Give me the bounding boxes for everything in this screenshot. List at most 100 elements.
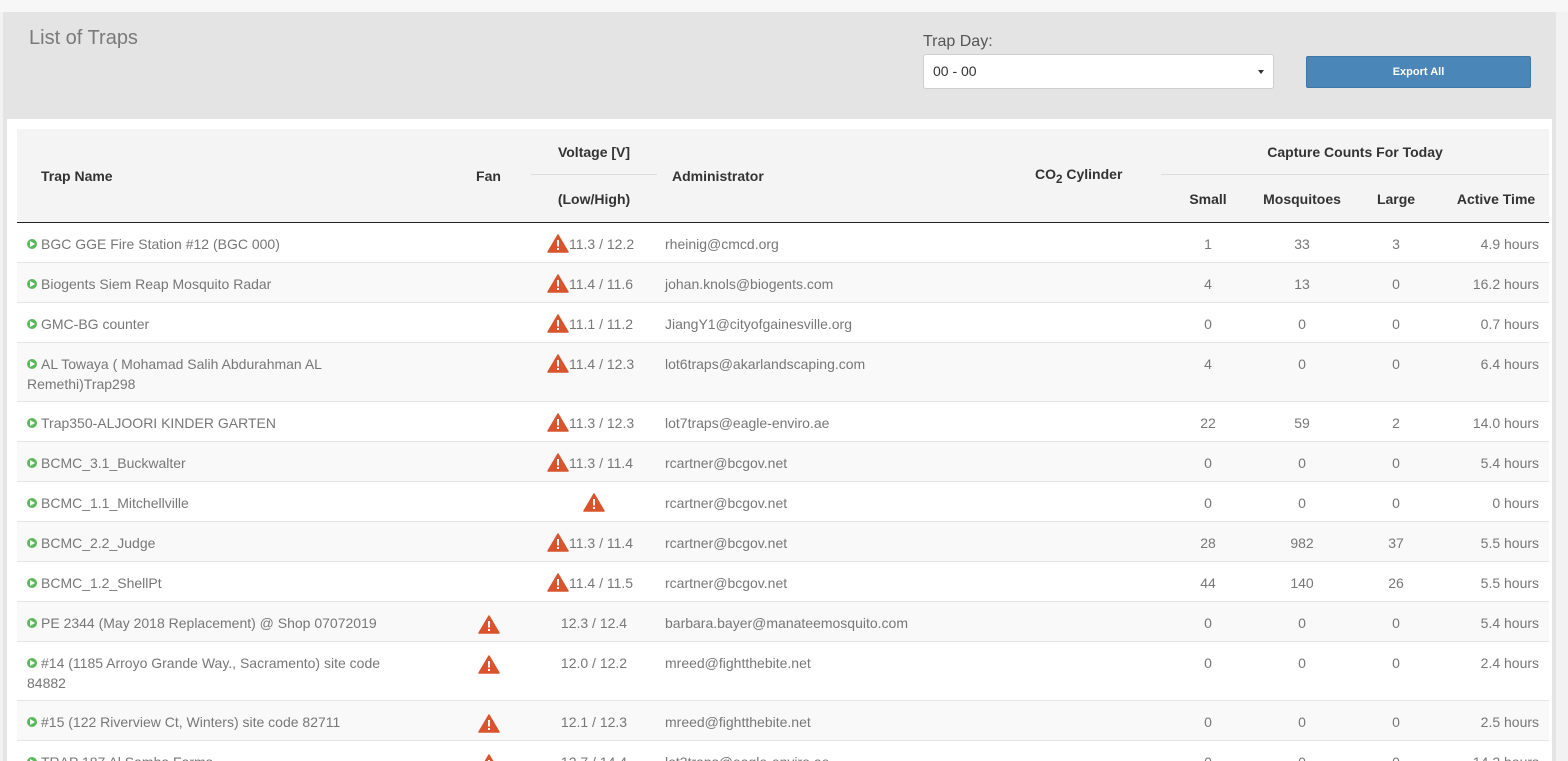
trap-name-cell[interactable]: BCMC_1.1_Mitchellville <box>17 481 446 522</box>
active-time: 2.5 hours <box>1480 714 1540 730</box>
admin-email: lot6traps@akarlandscaping.com <box>665 356 866 372</box>
col-administrator[interactable]: Administrator <box>657 129 1035 223</box>
fan-cell <box>446 342 531 402</box>
co2-cell <box>1035 441 1161 482</box>
large-count: 0 <box>1392 356 1400 372</box>
trap-name[interactable]: Trap350-ALJOORI KINDER GARTEN <box>41 415 276 431</box>
voltage-cell: 11.4 / 12.3 <box>531 342 657 402</box>
small-count: 0 <box>1204 495 1212 511</box>
admin-cell: mreed@fightthebite.net <box>657 700 1035 741</box>
table-row[interactable]: TRAP 187 Al Samha Farms 12.7 / 14.4 lot3tr… <box>17 740 1550 761</box>
active-time-cell: 0 hours <box>1443 481 1550 522</box>
table-row[interactable]: BCMC_1.1_Mitchellville rcartner@bcgov.net… <box>17 481 1550 522</box>
mosquitoes-count: 59 <box>1294 415 1310 431</box>
table-row[interactable]: Biogents Siem Reap Mosquito Radar 11.4 / … <box>17 262 1550 303</box>
active-time-cell: 16.2 hours <box>1443 262 1550 303</box>
small-cell: 0 <box>1161 740 1255 761</box>
admin-cell: johan.knols@biogents.com <box>657 262 1035 303</box>
mosquitoes-count: 0 <box>1298 714 1306 730</box>
trap-name-cell[interactable]: #14 (1185 Arroyo Grande Way., Sacramento… <box>17 641 446 701</box>
table-row[interactable]: #15 (122 Riverview Ct, Winters) site cod… <box>17 700 1550 741</box>
trap-name-cell[interactable]: BGC GGE Fire Station #12 (BGC 000) <box>17 222 446 263</box>
trap-name[interactable]: TRAP 187 Al Samha Farms <box>41 754 213 761</box>
mosquitoes-cell: 0 <box>1255 441 1349 482</box>
trap-name[interactable]: Biogents Siem Reap Mosquito Radar <box>41 276 271 292</box>
trap-name[interactable]: PE 2344 (May 2018 Replacement) @ Shop 07… <box>41 615 377 631</box>
small-cell: 4 <box>1161 342 1255 402</box>
active-time-cell: 6.4 hours <box>1443 342 1550 402</box>
co2-suffix: Cylinder <box>1062 165 1123 182</box>
fan-cell <box>446 262 531 303</box>
voltage-cell: 11.3 / 11.4 <box>531 441 657 482</box>
small-count: 4 <box>1204 356 1212 372</box>
trap-name[interactable]: BCMC_1.2_ShellPt <box>41 575 162 591</box>
col-small[interactable]: Small <box>1161 174 1255 223</box>
trap-name[interactable]: BCMC_3.1_Buckwalter <box>41 455 186 471</box>
active-time-cell: 5.4 hours <box>1443 441 1550 482</box>
table-row[interactable]: BCMC_1.2_ShellPt 11.4 / 11.5 rcartner@bcgo… <box>17 561 1550 602</box>
active-time: 5.5 hours <box>1480 535 1540 551</box>
col-co2-cylinder[interactable]: CO2 Cylinder <box>1035 129 1161 223</box>
table-row[interactable]: BCMC_2.2_Judge 11.3 / 11.4 rcartner@bcgov.… <box>17 521 1550 562</box>
trap-name-cell[interactable]: #15 (122 Riverview Ct, Winters) site cod… <box>17 700 446 741</box>
small-cell: 0 <box>1161 601 1255 642</box>
trap-name[interactable]: #14 (1185 Arroyo Grande Way., Sacramento… <box>27 655 380 691</box>
large-cell: 0 <box>1349 740 1443 761</box>
trap-name[interactable]: GMC-BG counter <box>41 316 149 332</box>
table-row[interactable]: AL Towaya ( Mohamad Salih Abdurahman AL … <box>17 342 1550 402</box>
large-cell: 2 <box>1349 401 1443 442</box>
col-voltage[interactable]: Voltage [V] <box>531 129 657 175</box>
voltage-cell: 11.1 / 11.2 <box>531 302 657 343</box>
table-row[interactable]: PE 2344 (May 2018 Replacement) @ Shop 07… <box>17 601 1550 642</box>
fan-cell <box>446 302 531 343</box>
col-large[interactable]: Large <box>1349 174 1443 223</box>
large-count: 2 <box>1392 415 1400 431</box>
trap-name[interactable]: #15 (122 Riverview Ct, Winters) site cod… <box>41 714 340 730</box>
table-row[interactable]: #14 (1185 Arroyo Grande Way., Sacramento… <box>17 641 1550 701</box>
co2-cell <box>1035 641 1161 701</box>
table-row[interactable]: Trap350-ALJOORI KINDER GARTEN 11.3 / 12.3… <box>17 401 1550 442</box>
col-trap-name[interactable]: Trap Name <box>17 129 446 223</box>
warning-triangle-icon <box>583 493 605 512</box>
voltage-value: 11.4 / 11.5 <box>569 575 634 591</box>
trap-name-cell[interactable]: BCMC_2.2_Judge <box>17 521 446 562</box>
col-active-time[interactable]: Active Time <box>1443 174 1550 223</box>
trap-name-cell[interactable]: TRAP 187 Al Samha Farms <box>17 740 446 761</box>
table-row[interactable]: GMC-BG counter 11.1 / 11.2 JiangY1@cityofg… <box>17 302 1550 343</box>
trap-name-cell[interactable]: GMC-BG counter <box>17 302 446 343</box>
active-time-cell: 2.5 hours <box>1443 700 1550 741</box>
col-fan[interactable]: Fan <box>446 129 531 223</box>
trap-name[interactable]: AL Towaya ( Mohamad Salih Abdurahman AL … <box>27 356 321 392</box>
fan-cell <box>446 441 531 482</box>
active-time: 0.7 hours <box>1480 316 1540 332</box>
table-row[interactable]: BCMC_3.1_Buckwalter 11.3 / 11.4 rcartner@b… <box>17 441 1550 482</box>
traps-table-card: Trap Name Fan Voltage [V] Administrator … <box>7 119 1552 761</box>
co2-cell <box>1035 601 1161 642</box>
trap-name-cell[interactable]: AL Towaya ( Mohamad Salih Abdurahman AL … <box>17 342 446 402</box>
trap-day-select[interactable]: 00 - 00 <box>923 54 1274 89</box>
trap-name-cell[interactable]: PE 2344 (May 2018 Replacement) @ Shop 07… <box>17 601 446 642</box>
play-circle-icon <box>27 538 37 548</box>
play-circle-icon <box>27 239 37 249</box>
export-all-button[interactable]: Export All <box>1306 56 1531 88</box>
trap-name-cell[interactable]: BCMC_3.1_Buckwalter <box>17 441 446 482</box>
trap-name[interactable]: BGC GGE Fire Station #12 (BGC 000) <box>41 236 280 252</box>
table-row[interactable]: BGC GGE Fire Station #12 (BGC 000) 11.3 /… <box>17 222 1550 263</box>
admin-cell: rcartner@bcgov.net <box>657 561 1035 602</box>
voltage-value: 11.4 / 12.3 <box>569 356 635 372</box>
mosquitoes-cell: 0 <box>1255 342 1349 402</box>
col-mosquitoes[interactable]: Mosquitoes <box>1255 174 1349 223</box>
trap-name[interactable]: BCMC_1.1_Mitchellville <box>41 495 189 511</box>
trap-name-cell[interactable]: Trap350-ALJOORI KINDER GARTEN <box>17 401 446 442</box>
mosquitoes-count: 0 <box>1298 615 1306 631</box>
trap-name[interactable]: BCMC_2.2_Judge <box>41 535 155 551</box>
trap-name-cell[interactable]: Biogents Siem Reap Mosquito Radar <box>17 262 446 303</box>
voltage-value: 11.4 / 11.6 <box>569 276 634 292</box>
co2-cell <box>1035 302 1161 343</box>
small-count: 0 <box>1204 714 1212 730</box>
small-cell: 0 <box>1161 641 1255 701</box>
trap-name-cell[interactable]: BCMC_1.2_ShellPt <box>17 561 446 602</box>
admin-email: mreed@fightthebite.net <box>665 655 811 671</box>
play-circle-icon <box>27 279 37 289</box>
large-count: 26 <box>1388 575 1404 591</box>
